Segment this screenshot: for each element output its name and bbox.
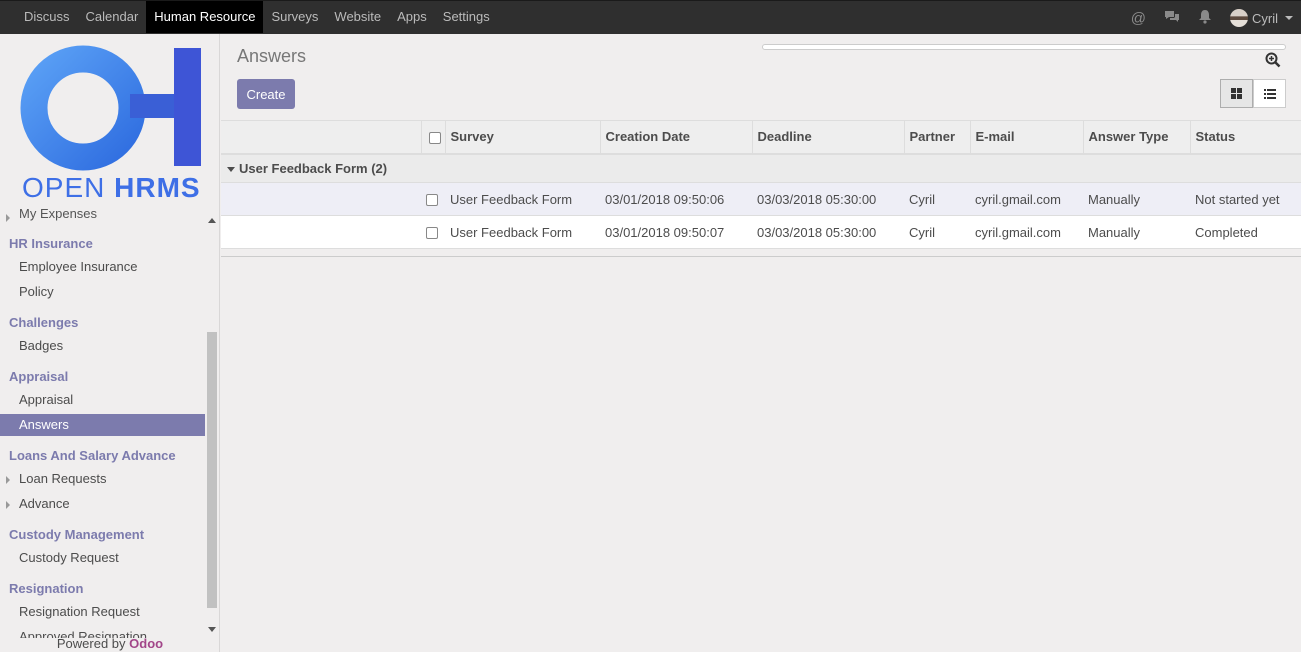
sidebar-item-resignation-request[interactable]: Resignation Request xyxy=(0,601,205,623)
menu-discuss[interactable]: Discuss xyxy=(16,1,78,33)
mention-icon[interactable]: @ xyxy=(1131,10,1146,27)
menu-human-resource[interactable]: Human Resource xyxy=(146,1,264,33)
table-header: Survey Creation Date Deadline Partner E-… xyxy=(221,120,1301,155)
cell-creation-date: 03/01/2018 09:50:06 xyxy=(600,182,752,216)
header-spacer xyxy=(221,120,421,155)
group-label: User Feedback Form (2) xyxy=(239,160,388,176)
sidebar-item-employee-insurance[interactable]: Employee Insurance xyxy=(0,256,205,278)
user-menu[interactable]: Cyril xyxy=(1230,9,1293,27)
top-navbar: Discuss Calendar Human Resource Surveys … xyxy=(0,0,1301,34)
avatar xyxy=(1230,9,1248,27)
cell-email: cyril.gmail.com xyxy=(970,182,1083,216)
bell-icon[interactable] xyxy=(1198,9,1212,27)
table-row[interactable]: User Feedback Form 03/01/2018 09:50:07 0… xyxy=(221,215,1301,249)
grid-icon xyxy=(1231,88,1242,99)
sidebar-heading-custody: Custody Management xyxy=(9,527,145,542)
main-menu: Discuss Calendar Human Resource Surveys … xyxy=(16,1,498,35)
kanban-view-button[interactable] xyxy=(1220,79,1253,108)
scroll-thumb[interactable] xyxy=(207,332,217,608)
cell-status: Completed xyxy=(1190,215,1301,249)
sidebar-heading-challenges: Challenges xyxy=(9,315,79,330)
menu-website[interactable]: Website xyxy=(326,1,389,33)
column-survey[interactable]: Survey xyxy=(444,120,600,155)
cell-creation-date: 03/01/2018 09:50:07 xyxy=(600,215,752,249)
odoo-link[interactable]: Odoo xyxy=(129,636,163,651)
sidebar-item-my-expenses[interactable]: My Expenses xyxy=(19,206,97,221)
sidebar-item-advance[interactable]: Advance xyxy=(0,493,205,515)
select-all-checkbox[interactable] xyxy=(420,120,445,155)
menu-calendar[interactable]: Calendar xyxy=(78,1,147,33)
systray: @ Cyril xyxy=(1131,1,1293,35)
sidebar-heading-appraisal: Appraisal xyxy=(9,369,69,384)
chevron-down-icon xyxy=(1285,16,1293,20)
list-footer xyxy=(221,249,1301,257)
cell-answer-type: Manually xyxy=(1083,215,1190,249)
cell-email: cyril.gmail.com xyxy=(970,215,1083,249)
logo-text: OPEN HRMS xyxy=(22,172,201,203)
cell-deadline: 03/03/2018 05:30:00 xyxy=(752,182,904,216)
list-icon xyxy=(1263,88,1276,99)
search-input[interactable] xyxy=(762,44,1286,50)
cell-partner: Cyril xyxy=(904,215,970,249)
row-checkbox[interactable] xyxy=(421,215,445,249)
create-button[interactable]: Create xyxy=(237,79,295,109)
column-partner[interactable]: Partner xyxy=(903,120,970,155)
list-view: Survey Creation Date Deadline Partner E-… xyxy=(221,120,1301,257)
caret-down-icon xyxy=(227,166,235,172)
menu-settings[interactable]: Settings xyxy=(435,1,498,33)
list-view-button[interactable] xyxy=(1253,79,1286,108)
sidebar-heading-hr-insurance: HR Insurance xyxy=(9,236,93,251)
scroll-down-icon[interactable] xyxy=(208,627,216,632)
column-answer-type[interactable]: Answer Type xyxy=(1082,120,1190,155)
sidebar-item-policy[interactable]: Policy xyxy=(0,281,205,303)
cell-partner: Cyril xyxy=(904,182,970,216)
menu-apps[interactable]: Apps xyxy=(389,1,435,33)
cell-survey: User Feedback Form xyxy=(445,215,600,249)
sidebar-heading-resignation: Resignation xyxy=(9,581,84,596)
sidebar-menu: My Expenses HR Insurance Employee Insura… xyxy=(0,206,205,638)
view-switcher xyxy=(1220,79,1286,108)
cell-deadline: 03/03/2018 05:30:00 xyxy=(752,215,904,249)
table-row[interactable]: User Feedback Form 03/01/2018 09:50:06 0… xyxy=(221,182,1301,216)
group-row[interactable]: User Feedback Form (2) xyxy=(221,153,1301,183)
control-panel: Answers Create xyxy=(221,34,1301,120)
column-deadline[interactable]: Deadline xyxy=(751,120,904,155)
chat-icon[interactable] xyxy=(1164,10,1180,27)
sidebar-scrollbar[interactable] xyxy=(205,214,219,638)
cell-answer-type: Manually xyxy=(1083,182,1190,216)
expand-arrow-icon xyxy=(6,501,10,509)
page-title: Answers xyxy=(237,46,307,66)
sidebar-item-answers[interactable]: Answers xyxy=(0,414,205,436)
scroll-up-icon[interactable] xyxy=(208,218,216,223)
sidebar-item-appraisal[interactable]: Appraisal xyxy=(0,389,205,411)
cell-survey: User Feedback Form xyxy=(445,182,600,216)
column-status[interactable]: Status xyxy=(1189,120,1301,155)
sidebar-item-badges[interactable]: Badges xyxy=(0,335,205,357)
open-hrms-logo: OPEN HRMS xyxy=(0,34,219,206)
sidebar-item-custody-request[interactable]: Custody Request xyxy=(0,547,205,569)
sidebar: OPEN HRMS My Expenses HR Insurance Emplo… xyxy=(0,34,220,652)
row-checkbox[interactable] xyxy=(421,182,445,216)
column-email[interactable]: E-mail xyxy=(969,120,1083,155)
search-icon[interactable] xyxy=(1265,52,1281,68)
expand-arrow-icon[interactable] xyxy=(6,214,10,222)
answers-table: Survey Creation Date Deadline Partner E-… xyxy=(221,120,1301,249)
cell-status: Not started yet xyxy=(1190,182,1301,216)
sidebar-item-loan-requests[interactable]: Loan Requests xyxy=(0,468,205,490)
expand-arrow-icon xyxy=(6,476,10,484)
user-name: Cyril xyxy=(1252,10,1278,26)
powered-by: Powered by Odoo xyxy=(56,636,164,651)
column-creation-date[interactable]: Creation Date xyxy=(599,120,752,155)
sidebar-heading-loans: Loans And Salary Advance xyxy=(9,448,176,463)
menu-surveys[interactable]: Surveys xyxy=(263,1,326,33)
